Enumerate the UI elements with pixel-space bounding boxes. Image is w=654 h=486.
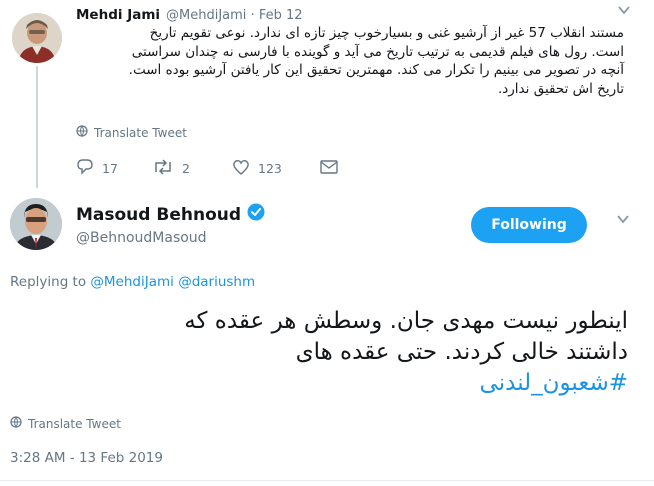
parent-tweet-text: مستند انقلاب 57 غیر از آرشیو غنی و بسیار… [86, 24, 624, 98]
main-text-line: اینطور نیست مهدی جان. وسطش هر عقده که [184, 308, 628, 334]
like-button[interactable]: 123 [232, 159, 320, 178]
thread-connector-line [36, 66, 38, 188]
tweet-timestamp[interactable]: 3:28 AM - 13 Feb 2019 [10, 450, 163, 466]
hashtag-link[interactable]: #شعبون_لندنی [20, 368, 628, 399]
translate-tweet-link[interactable]: Translate Tweet [76, 125, 187, 140]
verified-badge-icon [247, 203, 265, 226]
parent-author-handle[interactable]: @MehdiJami [166, 8, 246, 23]
reply-icon [76, 158, 94, 178]
parent-text-line: است. رول های فیلم قدیمی به ترتیب تاریخ م… [131, 43, 624, 60]
replying-to: Replying to @MehdiJami @dariushm [10, 274, 255, 290]
chevron-down-icon[interactable] [617, 3, 631, 21]
parent-text-line: مستند انقلاب 57 غیر از آرشیو غنی و بسیار… [149, 25, 624, 41]
translate-label: Translate Tweet [94, 125, 187, 140]
translate-tweet-link[interactable]: Translate Tweet [10, 416, 121, 431]
translate-label: Translate Tweet [28, 416, 121, 431]
reply-mention-link[interactable]: @MehdiJami [90, 274, 174, 290]
following-button[interactable]: Following [471, 207, 587, 243]
parent-text-line: تاریخ اش تحقیق ندارد. [497, 80, 624, 97]
avatar-masoud-behnoud[interactable] [10, 198, 62, 250]
reply-count: 17 [102, 160, 118, 176]
parent-author-meta[interactable]: @MehdiJami · Feb 12 [166, 8, 303, 23]
reply-button[interactable]: 17 [76, 158, 152, 178]
reply-mention-link[interactable]: @dariushm [178, 274, 255, 290]
retweet-count: 2 [182, 160, 190, 176]
main-author-name[interactable]: Masoud Behnoud [76, 205, 241, 225]
direct-message-button[interactable] [320, 159, 338, 177]
parent-tweet-actions: 17 2 123 [76, 157, 338, 179]
main-text-line: داشتند خالی کردند. حتی عقده های [295, 339, 628, 365]
like-count: 123 [258, 160, 282, 176]
main-author-name-row[interactable]: Masoud Behnoud [76, 203, 265, 226]
retweet-icon [152, 158, 174, 178]
meta-separator: · [250, 8, 255, 23]
parent-tweet-date[interactable]: Feb 12 [259, 8, 303, 23]
avatar-mehdi-jami[interactable] [12, 13, 62, 63]
parent-text-line: آنچه در تصویر می بینیم را تکرار می کند. … [128, 62, 624, 78]
parent-author-name[interactable]: Mehdi Jami [76, 7, 160, 23]
globe-icon [10, 416, 22, 431]
envelope-icon [320, 159, 338, 177]
heart-icon [232, 159, 250, 178]
globe-icon [76, 125, 88, 140]
retweet-button[interactable]: 2 [152, 158, 232, 178]
main-author-handle[interactable]: @BehnoudMasoud [76, 230, 207, 246]
divider [0, 480, 654, 481]
main-tweet-text: اینطور نیست مهدی جان. وسطش هر عقده که دا… [20, 306, 628, 399]
replying-label: Replying to [10, 274, 87, 290]
chevron-down-icon[interactable] [615, 211, 631, 231]
